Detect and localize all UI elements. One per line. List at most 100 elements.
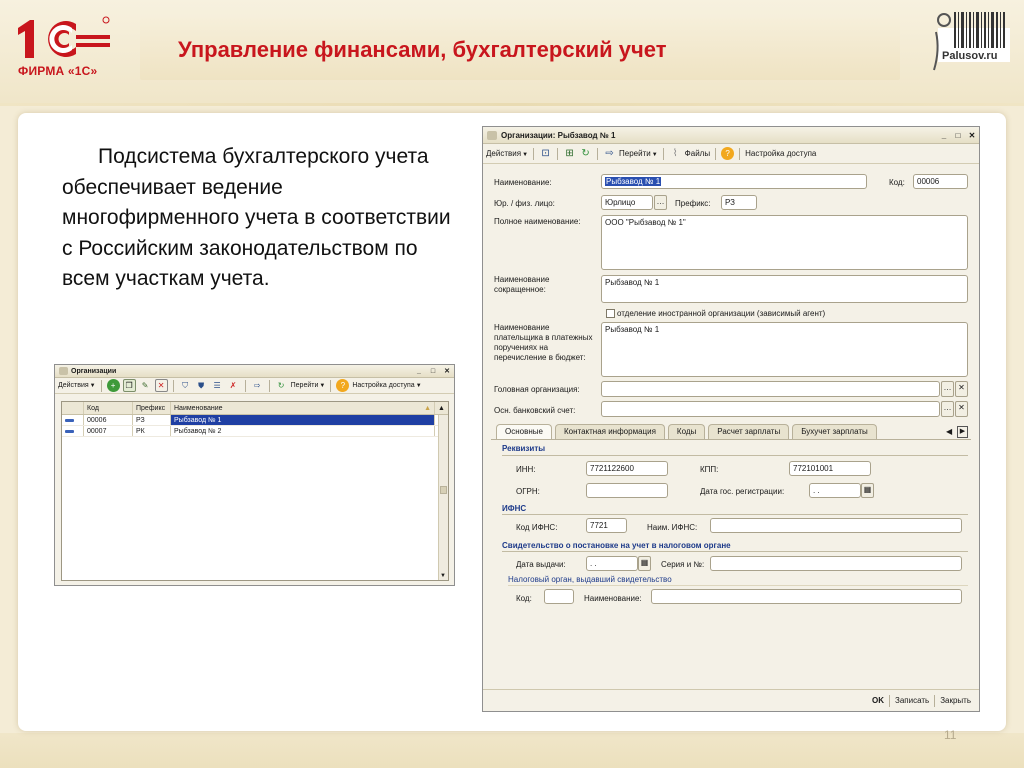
authority-name-field[interactable]	[651, 589, 962, 604]
filter-icon[interactable]: ⛉	[179, 379, 192, 392]
paperclip-icon[interactable]: ⌇	[669, 147, 682, 160]
form-window-titlebar: Организации: Рыбзавод № 1 _ □ ✕	[483, 127, 979, 144]
help-icon[interactable]: ?	[721, 147, 735, 160]
close-icon[interactable]: ✕	[440, 367, 454, 375]
issue-date-field[interactable]: . .	[586, 556, 638, 571]
close-icon[interactable]: ✕	[965, 131, 979, 140]
save-button[interactable]: Записать	[895, 696, 929, 705]
go-to-icon[interactable]: ⇨	[603, 147, 616, 160]
actions-menu[interactable]: Действия▼	[58, 382, 96, 389]
full-name-label: Полное наименование:	[494, 217, 581, 226]
name-field[interactable]: Рыбзавод № 1	[601, 174, 867, 189]
inn-field[interactable]: 7721122600	[586, 461, 668, 476]
edit-icon[interactable]: ✎	[139, 379, 152, 392]
tab-codes[interactable]: Коды	[667, 424, 706, 439]
files-button[interactable]: Файлы	[685, 149, 710, 158]
ok-button[interactable]: OK	[872, 696, 884, 705]
page-number: 11	[944, 728, 957, 742]
payer-name-field[interactable]: Рыбзавод № 1	[601, 322, 968, 377]
select-button[interactable]: …	[941, 401, 954, 417]
tab-scroll-right-icon[interactable]: ▶	[957, 426, 968, 438]
slide-body-text: Подсистема бухгалтерского учета обеспечи…	[62, 145, 451, 291]
form-window-title: Организации: Рыбзавод № 1	[501, 130, 616, 140]
select-button[interactable]: …	[941, 381, 954, 397]
column-header-name[interactable]: Наименование ▲	[171, 402, 435, 414]
vertical-scrollbar[interactable]: ▼	[438, 415, 448, 580]
toolbar-separator	[100, 379, 102, 392]
clear-filter-icon[interactable]: ✗	[227, 379, 240, 392]
minimize-icon[interactable]: _	[937, 131, 951, 140]
minimize-icon[interactable]: _	[412, 368, 426, 375]
reg-date-field[interactable]: . .	[809, 483, 861, 498]
clear-icon[interactable]: ✕	[955, 401, 968, 417]
table-row[interactable]: 00007 РК Рыбзавод № 2	[62, 426, 448, 437]
scrollbar-thumb[interactable]	[440, 486, 447, 494]
filter-list-icon[interactable]: ☰	[211, 379, 224, 392]
toolbar-separator	[739, 147, 741, 160]
tab-contact-info[interactable]: Контактная информация	[554, 424, 665, 439]
code-label: Код:	[889, 178, 905, 187]
prefix-field[interactable]: РЗ	[721, 195, 757, 210]
tab-scroll-left-icon[interactable]: ◀	[946, 427, 952, 436]
structure-icon[interactable]: ⊞	[563, 147, 576, 160]
payer-name-label: Наименование плательщика в платежных пор…	[494, 323, 593, 362]
help-icon[interactable]: ?	[336, 379, 350, 392]
actions-menu[interactable]: Действия▼	[486, 149, 528, 158]
maximize-icon[interactable]: □	[951, 131, 965, 140]
ifns-code-label: Код ИФНС:	[516, 523, 558, 532]
toolbar-separator	[597, 147, 599, 160]
kpp-label: КПП:	[700, 465, 719, 474]
1c-logo: ФИРМА «1С»	[14, 14, 114, 84]
table-row[interactable]: 00006 РЗ Рыбзавод № 1	[62, 415, 448, 426]
foreign-branch-checkbox[interactable]	[606, 309, 615, 318]
close-button[interactable]: Закрыть	[940, 696, 971, 705]
1c-logo-icon	[18, 16, 110, 58]
tab-divider	[491, 439, 971, 440]
toolbar-separator	[533, 147, 535, 160]
select-button[interactable]: …	[654, 195, 667, 210]
ifns-name-field[interactable]	[710, 518, 962, 533]
refresh-icon[interactable]: ↻	[579, 147, 592, 160]
kpp-field[interactable]: 772101001	[789, 461, 871, 476]
column-header-code[interactable]: Код	[84, 402, 133, 414]
header-divider	[0, 103, 1024, 106]
code-field[interactable]: 00006	[913, 174, 968, 189]
access-settings-button[interactable]: Настройка доступа	[745, 149, 816, 158]
go-to-icon[interactable]: ⇨	[251, 379, 264, 392]
delete-mark-icon[interactable]: ✕	[154, 379, 168, 392]
calendar-icon[interactable]: ▦	[861, 483, 874, 498]
maximize-icon[interactable]: □	[426, 368, 440, 375]
add-icon[interactable]: +	[106, 379, 120, 392]
filter-by-value-icon[interactable]: ⛊	[195, 379, 208, 392]
ogrn-field[interactable]	[586, 483, 668, 498]
name-value: Рыбзавод № 1	[605, 177, 662, 186]
scroll-up-icon[interactable]: ▲	[435, 402, 447, 414]
clear-icon[interactable]: ✕	[955, 381, 968, 397]
scroll-down-icon[interactable]: ▼	[440, 573, 446, 579]
head-org-field[interactable]	[601, 381, 940, 397]
tab-main[interactable]: Основные	[496, 424, 552, 439]
copy-icon[interactable]: ❐	[122, 379, 136, 392]
goto-menu[interactable]: Перейти▼	[291, 382, 326, 389]
tab-payroll-accounting[interactable]: Бухучет зарплаты	[792, 424, 877, 439]
bank-account-label: Осн. банковский счет:	[494, 406, 576, 415]
save-and-close-icon[interactable]: ⊡	[539, 147, 552, 160]
short-name-field[interactable]: Рыбзавод № 1	[601, 275, 968, 303]
column-header-prefix[interactable]: Префикс	[133, 402, 171, 414]
organization-form-window: Организации: Рыбзавод № 1 _ □ ✕ Действия…	[482, 126, 980, 712]
goto-menu[interactable]: Перейти▼	[619, 149, 658, 158]
bank-account-field[interactable]	[601, 401, 940, 417]
tab-payroll[interactable]: Расчет зарплаты	[708, 424, 790, 439]
calendar-icon[interactable]: ▦	[638, 556, 651, 571]
refresh-icon[interactable]: ↻	[275, 379, 288, 392]
access-settings-menu[interactable]: Настройка доступа▼	[352, 382, 421, 389]
legal-entity-field[interactable]: Юрлицо	[601, 195, 653, 210]
row-item-icon	[62, 426, 84, 436]
authority-code-field[interactable]	[544, 589, 574, 604]
full-name-field[interactable]: ООО "Рыбзавод № 1"	[601, 215, 968, 270]
ifns-code-field[interactable]: 7721	[586, 518, 627, 533]
series-number-field[interactable]	[710, 556, 962, 571]
slide-title: Управление финансами, бухгалтерский учет	[178, 37, 667, 62]
toolbar-separator	[662, 147, 664, 160]
row-prefix: РК	[133, 426, 171, 436]
